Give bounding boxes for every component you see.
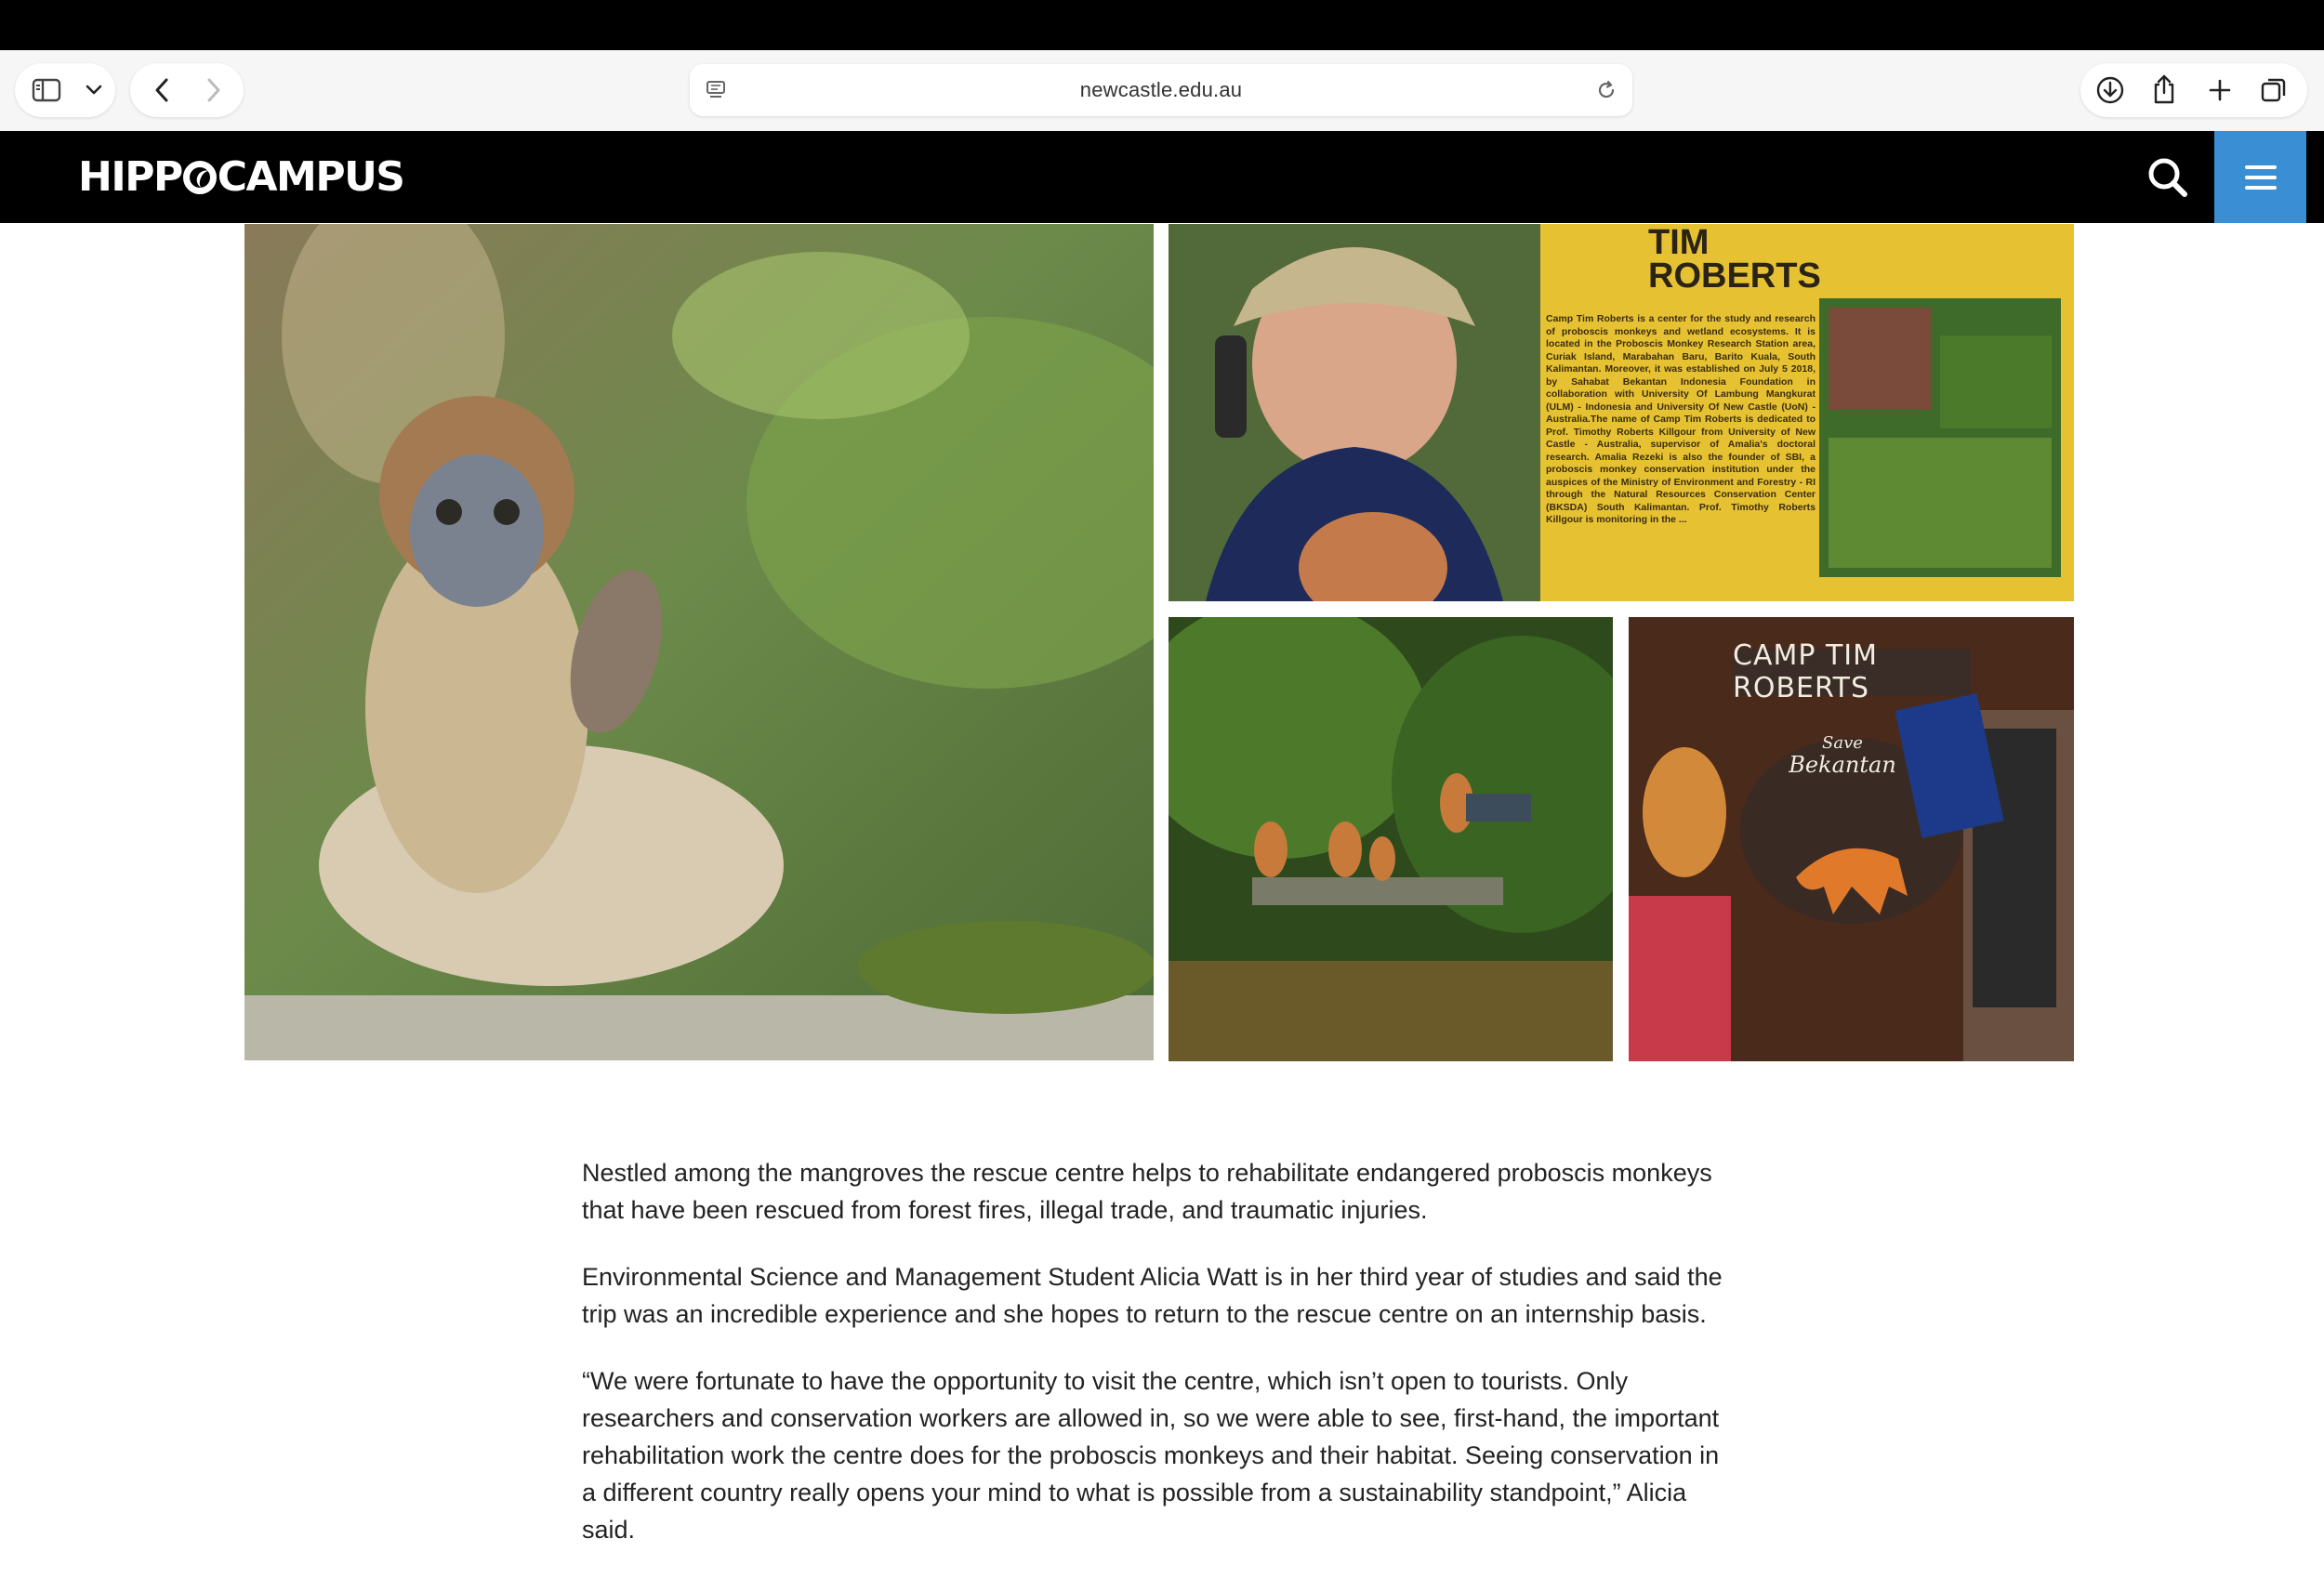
camp-entrance-photo[interactable]: CAMP TIM ROBERTS Save Bekantan <box>1629 617 2074 1061</box>
download-icon <box>2096 76 2124 104</box>
baby-proboscis-monkey-photo[interactable] <box>244 224 1154 1060</box>
camp-sign-text: CAMP TIM ROBERTS <box>1733 639 1879 704</box>
tabs-icon <box>2261 78 2286 102</box>
address-bar[interactable]: newcastle.edu.au <box>690 64 1632 116</box>
professor-with-sign-photo[interactable]: TIM ROBERTS Camp Tim Roberts is a center… <box>1169 224 2074 601</box>
search-icon <box>2148 158 2187 197</box>
downloads-button[interactable] <box>2090 72 2131 108</box>
sign-body-text: Camp Tim Roberts is a center for the stu… <box>1546 313 1816 525</box>
river-monkeys-image <box>1169 617 1613 1061</box>
back-button[interactable] <box>141 72 182 108</box>
monkeys-by-river-photo[interactable] <box>1169 617 1613 1061</box>
url-text: newcastle.edu.au <box>1079 78 1243 101</box>
save-label: Save <box>1822 733 1863 753</box>
sign-title-line2: ROBERTS <box>1648 256 1821 296</box>
sign-title: TIM ROBERTS <box>1648 224 1821 296</box>
logo-text-prefix: HIPP <box>78 153 183 201</box>
logo-o-mark-icon <box>182 161 217 194</box>
actions-control-group <box>2080 63 2307 117</box>
bekantan-label: Bekantan <box>1789 752 1896 778</box>
article-body: Nestled among the mangroves the rescue c… <box>582 1154 1735 1578</box>
sidebar-control-group <box>15 63 115 117</box>
chevron-down-icon <box>86 85 102 95</box>
sidebar-icon <box>32 78 61 102</box>
share-button[interactable] <box>2144 71 2185 108</box>
share-icon <box>2154 74 2174 104</box>
sidebar-toggle-button[interactable] <box>24 72 69 108</box>
article-paragraph: Environmental Science and Management Stu… <box>582 1263 1723 1328</box>
tab-group-dropdown-button[interactable] <box>80 76 108 104</box>
article-paragraph: “We were fortunate to have the opportuni… <box>582 1367 1720 1544</box>
hamburger-menu-icon <box>2244 164 2277 190</box>
logo-text-suffix: CAMPUS <box>217 153 405 201</box>
sign-title-line1: TIM <box>1648 224 1710 262</box>
site-logo[interactable]: HIPP CAMPUS <box>78 153 405 202</box>
forward-button[interactable] <box>193 72 234 108</box>
plus-icon <box>2209 79 2231 101</box>
tab-overview-button[interactable] <box>2253 72 2294 108</box>
save-bekantan-sign: Save Bekantan <box>1782 733 1903 778</box>
baby-monkey-image <box>244 224 1154 1060</box>
chevron-left-icon <box>155 78 168 102</box>
chevron-right-icon <box>207 78 220 102</box>
reload-button[interactable] <box>1591 75 1621 105</box>
navigation-control-group <box>130 63 244 117</box>
system-top-bar <box>0 0 2324 50</box>
article-paragraph: Nestled among the mangroves the rescue c… <box>582 1159 1712 1224</box>
new-tab-button[interactable] <box>2199 72 2240 108</box>
search-button[interactable] <box>2144 153 2192 202</box>
site-header: HIPP CAMPUS <box>0 131 2324 223</box>
reload-icon <box>1598 80 1615 99</box>
browser-toolbar: newcastle.edu.au <box>0 50 2324 132</box>
menu-button[interactable] <box>2214 131 2306 223</box>
